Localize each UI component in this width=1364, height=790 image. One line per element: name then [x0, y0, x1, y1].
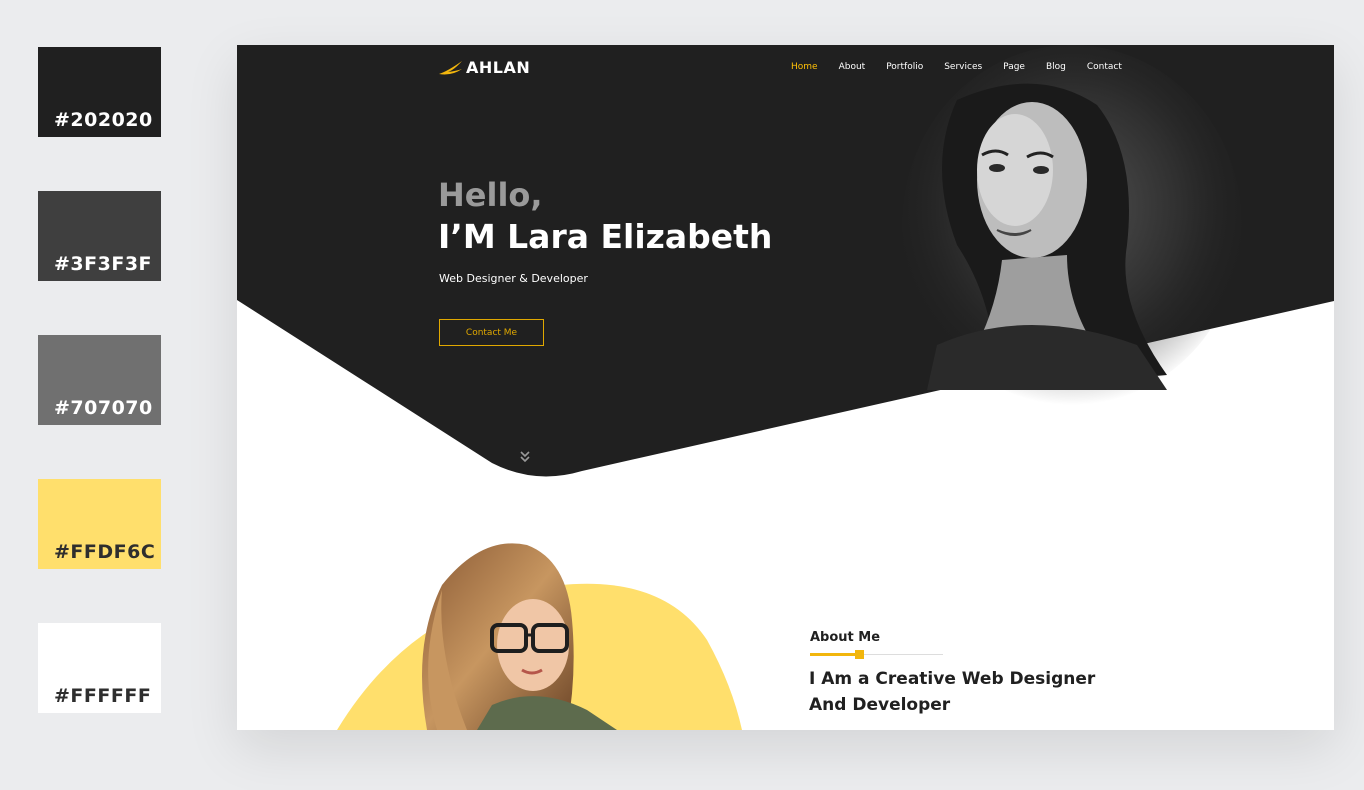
- swatch-code: #202020: [54, 109, 153, 131]
- swatch-code: #707070: [54, 397, 153, 419]
- swatch-707070: #707070: [38, 335, 161, 425]
- double-chevron-down-icon[interactable]: [517, 449, 533, 465]
- swatch-code: #FFDF6C: [54, 541, 156, 563]
- about-divider-dot: [855, 650, 864, 659]
- swatch-202020: #202020: [38, 47, 161, 137]
- nav-portfolio[interactable]: Portfolio: [886, 62, 923, 72]
- about-heading-line2: And Developer: [809, 695, 951, 715]
- swoosh-icon: [439, 60, 462, 74]
- hero-greeting: Hello,: [438, 176, 543, 214]
- swatch-code: #3F3F3F: [54, 253, 153, 275]
- about-heading: I Am a Creative Web Designer And Develop…: [809, 666, 1129, 718]
- contact-me-button[interactable]: Contact Me: [439, 319, 544, 346]
- about-label: About Me: [810, 630, 881, 645]
- nav-blog[interactable]: Blog: [1046, 62, 1066, 72]
- swatch-3f3f3f: #3F3F3F: [38, 191, 161, 281]
- nav-home[interactable]: Home: [791, 62, 818, 72]
- hero-name: I’M Lara Elizabeth: [438, 217, 773, 256]
- nav-contact[interactable]: Contact: [1087, 62, 1122, 72]
- swatch-ffdf6c: #FFDF6C: [38, 479, 161, 569]
- hero-background: [237, 45, 1334, 730]
- hero-subtitle: Web Designer & Developer: [439, 272, 588, 285]
- hero-portrait: [902, 45, 1242, 405]
- about-divider-accent: [810, 653, 860, 656]
- main-nav: Home About Portfolio Services Page Blog …: [791, 62, 1143, 72]
- swatch-ffffff: #FFFFFF: [38, 623, 161, 713]
- nav-page[interactable]: Page: [1003, 62, 1025, 72]
- site-logo[interactable]: AHLAN: [438, 58, 530, 77]
- logo-text: AHLAN: [466, 58, 531, 77]
- swatch-code: #FFFFFF: [54, 685, 152, 707]
- website-mockup: AHLAN Home About Portfolio Services Page…: [237, 45, 1334, 730]
- nav-services[interactable]: Services: [944, 62, 982, 72]
- nav-about[interactable]: About: [839, 62, 866, 72]
- about-heading-line1: I Am a Creative Web Designer: [809, 669, 1096, 689]
